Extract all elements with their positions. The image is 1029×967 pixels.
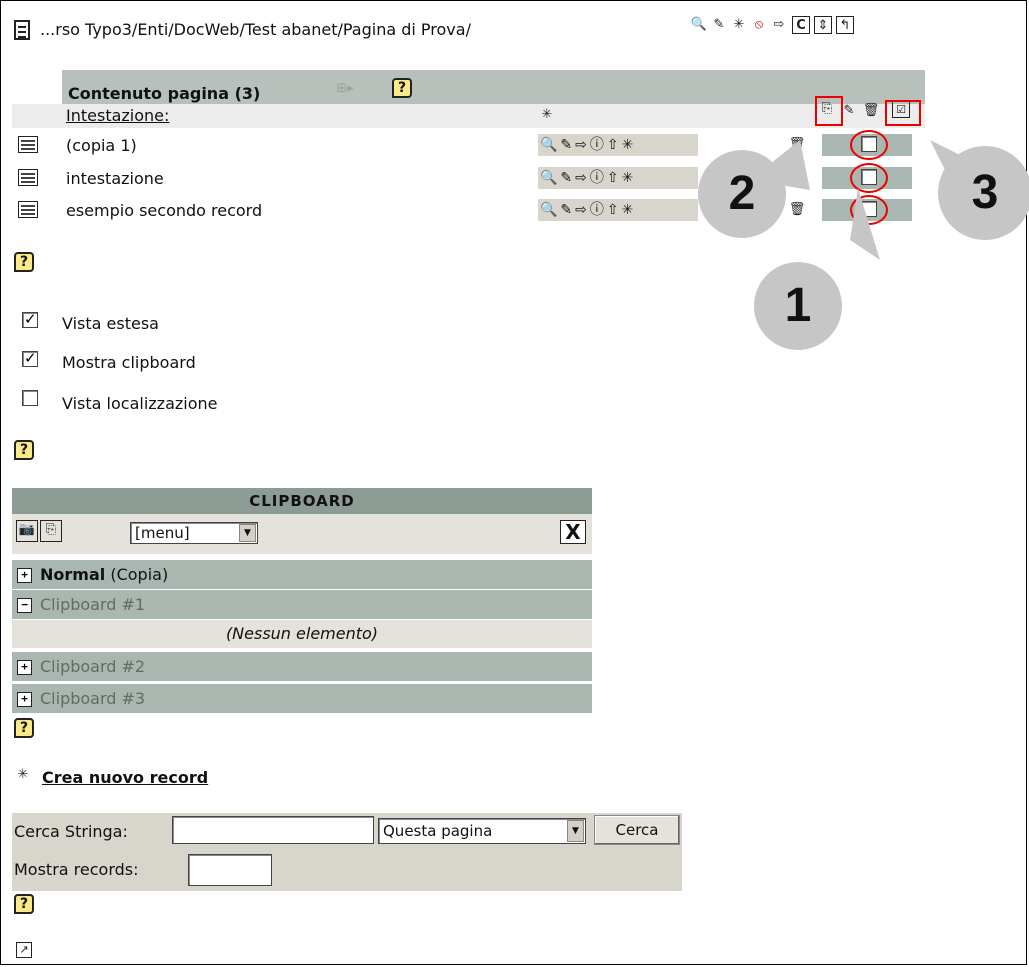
clipboard-title: CLIPBOARD bbox=[12, 488, 592, 514]
search-label: Cerca Stringa: bbox=[14, 822, 128, 841]
camera-icon[interactable]: 📷 bbox=[16, 520, 38, 542]
expand-icon[interactable]: ⊞▸ bbox=[336, 80, 354, 98]
new-record-link[interactable]: Crea nuovo record bbox=[42, 768, 208, 787]
chevron-down-icon: ▼ bbox=[239, 524, 256, 542]
help-icon[interactable]: ? bbox=[392, 78, 412, 98]
help-icon[interactable]: ? bbox=[14, 894, 34, 914]
localization-view-checkbox[interactable] bbox=[22, 390, 38, 406]
help-icon[interactable]: ? bbox=[14, 718, 34, 738]
up-level-icon[interactable]: ↰ bbox=[836, 16, 854, 34]
clipboard-close-button[interactable]: X bbox=[560, 520, 586, 544]
extended-view-checkbox[interactable] bbox=[22, 310, 38, 328]
trash-icon[interactable]: 🗑 bbox=[862, 102, 880, 120]
row-action-icons[interactable]: 🔍✎⇨ⓘ⇧✳ bbox=[540, 167, 636, 187]
search-input[interactable] bbox=[172, 816, 374, 844]
refresh-icon[interactable]: ⇕ bbox=[814, 16, 832, 34]
paste-icon[interactable]: ⎘ bbox=[40, 520, 62, 542]
show-records-input[interactable] bbox=[188, 854, 272, 886]
clipboard-menu-value: [menu] bbox=[135, 524, 190, 542]
clipboard-menu-select[interactable]: [menu] ▼ bbox=[130, 522, 258, 544]
row-label: esempio secondo record bbox=[66, 201, 263, 220]
new-record-icon[interactable]: ✳ bbox=[538, 106, 556, 124]
shortcut-icon[interactable]: ↗ bbox=[16, 942, 32, 958]
page-icon bbox=[14, 20, 30, 40]
callout-badge-2: 2 bbox=[698, 150, 786, 238]
plus-icon[interactable]: + bbox=[17, 692, 32, 707]
clipboard-pad-3-label: Clipboard #3 bbox=[40, 689, 146, 708]
clipboard-normal-label: Normal bbox=[40, 565, 106, 584]
new-record-icon[interactable]: ✳ bbox=[730, 16, 748, 34]
show-clipboard-checkbox[interactable] bbox=[22, 349, 38, 367]
plus-icon[interactable]: + bbox=[17, 568, 32, 583]
clipboard-pad-normal[interactable]: + Normal (Copia) bbox=[12, 560, 592, 590]
plus-icon[interactable]: + bbox=[17, 660, 32, 675]
show-records-label: Mostra records: bbox=[14, 860, 139, 879]
help-icon[interactable]: ? bbox=[14, 252, 34, 272]
clipboard-pad-1-label: Clipboard #1 bbox=[40, 595, 146, 614]
magnifier-icon[interactable]: 🔍 bbox=[690, 16, 708, 34]
clear-cache-icon[interactable]: C bbox=[792, 16, 810, 34]
search-scope-value: Questa pagina bbox=[383, 822, 493, 840]
chevron-down-icon: ▼ bbox=[567, 820, 584, 842]
extended-view-label: Vista estesa bbox=[62, 314, 159, 333]
clipboard-pad-1[interactable]: − Clipboard #1 bbox=[12, 590, 592, 620]
edit-disabled-icon[interactable]: ⦸ bbox=[750, 16, 768, 34]
column-header-title[interactable]: Intestazione: bbox=[66, 106, 169, 125]
search-button[interactable]: Cerca bbox=[594, 815, 680, 845]
row-action-icons[interactable]: 🔍✎⇨ⓘ⇧✳ bbox=[540, 199, 636, 219]
localization-view-label: Vista localizzazione bbox=[62, 394, 218, 413]
breadcrumb-path: ...rso Typo3/Enti/DocWeb/Test abanet/Pag… bbox=[40, 20, 471, 39]
clipboard-empty-message: (Nessun elemento) bbox=[12, 620, 592, 648]
content-element-icon bbox=[18, 136, 38, 153]
callout-badge-3: 3 bbox=[938, 146, 1029, 240]
row-label: (copia 1) bbox=[66, 136, 137, 155]
show-clipboard-label: Mostra clipboard bbox=[62, 353, 196, 372]
help-icon[interactable]: ? bbox=[14, 440, 34, 460]
callout-badge-1: 1 bbox=[754, 262, 842, 350]
search-scope-select[interactable]: Questa pagina ▼ bbox=[378, 818, 586, 844]
clipboard-pad-2-label: Clipboard #2 bbox=[40, 657, 146, 676]
content-element-icon bbox=[18, 169, 38, 186]
new-record-icon: ✳ bbox=[17, 767, 29, 782]
clipboard-toolbar bbox=[12, 514, 592, 554]
content-table-title: Contenuto pagina (3) bbox=[68, 84, 261, 103]
pencil-icon[interactable]: ✎ bbox=[710, 16, 728, 34]
row-action-icons[interactable]: 🔍✎⇨ⓘ⇧✳ bbox=[540, 134, 636, 154]
clipboard-pad-2[interactable]: + Clipboard #2 bbox=[12, 652, 592, 682]
move-icon[interactable]: ⇨ bbox=[770, 16, 788, 34]
clipboard-normal-mode: (Copia) bbox=[110, 565, 169, 584]
content-element-icon bbox=[18, 201, 38, 218]
clipboard-pad-3[interactable]: + Clipboard #3 bbox=[12, 684, 592, 714]
minus-icon[interactable]: − bbox=[17, 598, 32, 613]
row-label: intestazione bbox=[66, 169, 164, 188]
